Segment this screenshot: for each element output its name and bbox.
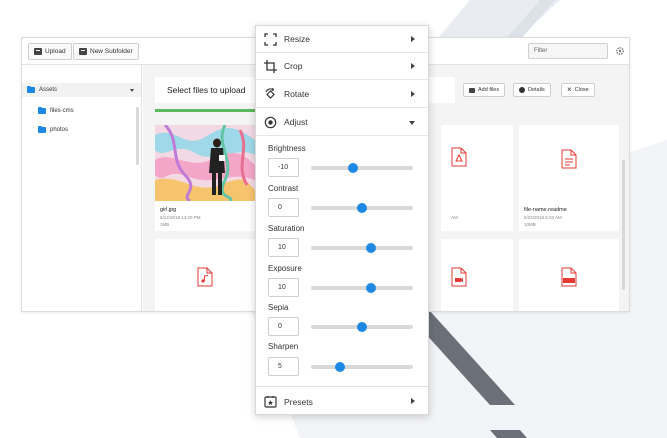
close-icon: × (567, 85, 572, 94)
contrast-label: Contrast (268, 184, 299, 193)
sidebar-item-files-cms[interactable]: files-cms (38, 106, 74, 114)
upload-icon (34, 48, 42, 55)
pdf-file-icon (451, 147, 467, 167)
close-label: Close (574, 87, 589, 93)
close-button[interactable]: × Close (561, 83, 595, 97)
saturation-input[interactable]: 10 (268, 238, 299, 257)
exposure-slider[interactable] (311, 283, 413, 293)
menu-item-label: Rotate (284, 89, 310, 99)
sepia-label: Sepia (268, 303, 289, 312)
upload-button[interactable]: Upload (28, 43, 72, 60)
exposure-slider-handle[interactable] (366, 283, 377, 293)
folder-icon (27, 85, 35, 93)
text-file-icon (561, 149, 577, 169)
file-date: AM (451, 215, 458, 220)
presets-icon (264, 396, 277, 408)
folder-icon (38, 106, 46, 114)
sidebar-item-assets[interactable]: Assets (27, 85, 137, 93)
audio-file-icon (197, 267, 213, 287)
sharpen-slider[interactable] (311, 362, 413, 372)
file-card-video[interactable] (441, 239, 513, 311)
chevron-right-icon (411, 91, 415, 97)
file-card-pdf[interactable]: AM (441, 125, 513, 231)
new-folder-icon (79, 48, 87, 55)
gear-icon[interactable] (615, 46, 625, 56)
sidebar-scrollbar[interactable] (136, 107, 139, 165)
sepia-slider[interactable] (311, 322, 413, 332)
exposure-input[interactable]: 10 (268, 278, 299, 297)
contrast-slider-handle[interactable] (357, 203, 367, 213)
sidebar-item-photos[interactable]: photos (38, 125, 69, 133)
brightness-label: Brightness (268, 144, 306, 153)
file-name: file-name.readme (524, 207, 567, 213)
chevron-down-icon (409, 121, 415, 125)
archive-file-icon (561, 267, 577, 287)
sidebar-item-label: photos (50, 127, 69, 133)
exposure-label: Exposure (268, 264, 302, 273)
saturation-label: Saturation (268, 224, 305, 233)
video-file-icon (451, 267, 467, 287)
menu-item-presets[interactable]: Presets (256, 388, 428, 415)
saturation-slider-handle[interactable] (366, 243, 377, 253)
file-card-girl[interactable]: girl.jpg 6/12/2018 14:20 PM 1MB (155, 125, 255, 231)
contrast-slider[interactable] (311, 203, 413, 213)
sepia-input[interactable]: 0 (268, 317, 299, 336)
contrast-input[interactable]: 0 (268, 198, 299, 217)
menu-item-resize[interactable]: Resize (256, 26, 428, 53)
saturation-slider[interactable] (311, 243, 413, 253)
details-label: Details (528, 87, 545, 93)
menu-item-adjust[interactable]: Adjust (256, 109, 428, 136)
file-size: 10MB (524, 222, 536, 227)
details-button[interactable]: Details (513, 83, 551, 97)
upload-button-label: Upload (45, 48, 66, 55)
info-icon (519, 87, 525, 93)
sepia-slider-handle[interactable] (357, 322, 367, 332)
brightness-slider-handle[interactable] (347, 163, 358, 173)
sidebar-item-label: files-cms (50, 108, 74, 114)
chevron-right-icon (411, 398, 415, 404)
file-size: 1MB (160, 222, 170, 227)
image-thumbnail (155, 125, 255, 201)
add-files-icon (469, 87, 475, 93)
file-name: girl.jpg (160, 207, 177, 213)
folder-icon (38, 125, 46, 133)
chevron-down-icon (130, 89, 134, 92)
menu-item-label: Adjust (284, 117, 308, 127)
menu-item-rotate[interactable]: Rotate (256, 81, 428, 108)
file-card-readme[interactable]: file-name.readme 6/22/2018 6:32 AM 10MB (519, 125, 619, 231)
crop-icon (264, 60, 277, 73)
file-date: 6/22/2018 6:32 AM (524, 215, 562, 220)
file-date: 6/12/2018 14:20 PM (160, 215, 201, 220)
chevron-right-icon (411, 63, 415, 69)
adjust-icon (264, 116, 277, 129)
file-card-audio[interactable] (155, 239, 255, 311)
menu-item-label: Presets (284, 396, 313, 407)
add-files-button[interactable]: Add files (463, 83, 506, 97)
sharpen-label: Sharpen (268, 342, 299, 351)
divider (256, 386, 428, 387)
sidebar: Assets files-cms photos (22, 65, 142, 311)
sidebar-item-label: Assets (39, 87, 58, 93)
brightness-input[interactable]: -10 (268, 158, 299, 177)
menu-item-crop[interactable]: Crop (256, 53, 428, 80)
menu-item-label: Resize (284, 34, 310, 44)
rotate-icon (265, 88, 275, 99)
sharpen-slider-handle[interactable] (334, 362, 345, 372)
upload-progress-bar (155, 109, 271, 112)
file-card-archive[interactable] (519, 239, 619, 311)
chevron-right-icon (411, 36, 415, 42)
brightness-slider[interactable] (311, 163, 413, 173)
image-editor-panel: Resize Crop Rotate Adjust Brightness -10… (255, 25, 429, 415)
resize-icon (264, 33, 277, 46)
new-subfolder-button[interactable]: New Subfolder (73, 43, 139, 60)
sharpen-input[interactable]: 5 (268, 357, 299, 376)
menu-item-label: Crop (284, 61, 303, 71)
main-scrollbar[interactable] (622, 160, 625, 290)
new-subfolder-label: New Subfolder (90, 48, 133, 55)
add-files-label: Add files (478, 87, 500, 93)
filter-input[interactable]: Filter (528, 43, 608, 59)
